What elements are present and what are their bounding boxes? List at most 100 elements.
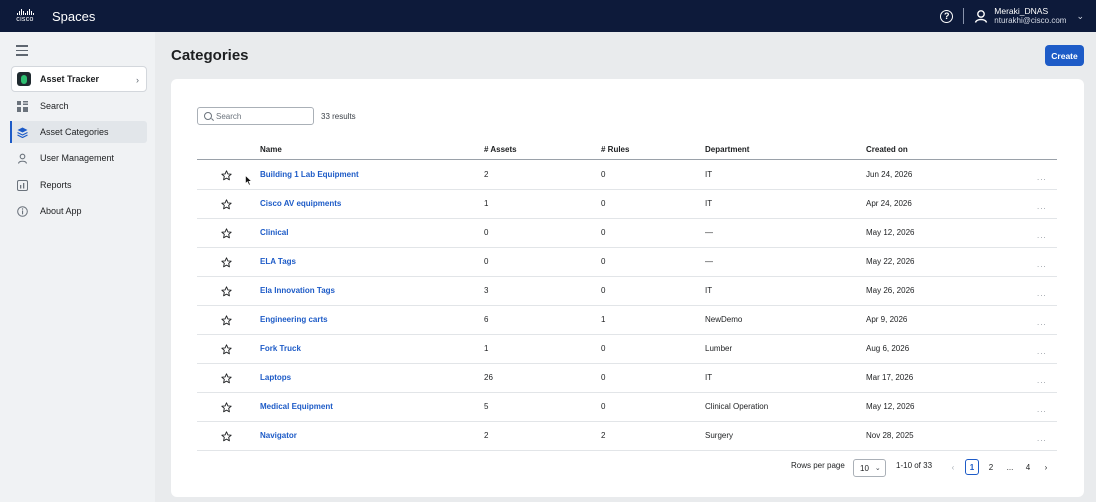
row-actions-menu[interactable]: ...: [1037, 173, 1047, 182]
table-row[interactable]: Fork Truck 1 0 Lumber Aug 6, 2026...: [197, 335, 1057, 364]
rules-count: 0: [601, 286, 606, 295]
search-icon: [204, 112, 212, 120]
chevron-right-icon: ›: [136, 75, 139, 85]
top-divider: [963, 8, 965, 24]
column-header-rules[interactable]: # Rules: [601, 145, 629, 154]
table-row[interactable]: Engineering carts 6 1 NewDemo Apr 9, 2026...: [197, 306, 1057, 335]
star-icon[interactable]: [221, 286, 232, 297]
star-icon[interactable]: [221, 257, 232, 268]
row-actions-menu[interactable]: ...: [1037, 405, 1047, 414]
category-name-link[interactable]: Engineering carts: [260, 315, 328, 324]
department: IT: [705, 286, 713, 295]
rules-count: 0: [601, 228, 606, 237]
star-icon[interactable]: [221, 228, 232, 239]
category-name-link[interactable]: Navigator: [260, 431, 297, 440]
row-actions-menu[interactable]: ...: [1037, 289, 1047, 298]
user-account[interactable]: Meraki_DNAS nturakhi@cisco.com: [994, 6, 1066, 26]
chevron-down-icon: ⌄: [874, 465, 881, 472]
table-row[interactable]: Building 1 Lab Equipment 2 0 IT Jun 24, 2026…: [197, 161, 1057, 190]
created-on: Apr 9, 2026: [866, 315, 908, 324]
row-actions-menu[interactable]: ...: [1037, 347, 1047, 356]
rules-count: 0: [601, 170, 606, 179]
row-actions-menu[interactable]: ...: [1037, 231, 1047, 240]
results-count: 33 results: [321, 112, 356, 121]
assets-count: 1: [484, 344, 489, 353]
user-icon[interactable]: [974, 9, 988, 23]
row-actions-menu[interactable]: ...: [1037, 434, 1047, 443]
help-icon[interactable]: ?: [940, 9, 954, 23]
category-name-link[interactable]: Laptops: [260, 373, 291, 382]
sidebar-item-search[interactable]: Search: [11, 95, 147, 117]
row-actions-menu[interactable]: ...: [1037, 202, 1047, 211]
column-header-name[interactable]: Name: [260, 145, 282, 154]
category-name-link[interactable]: Cisco AV equipments: [260, 199, 341, 208]
sidebar-item-label: Reports: [40, 180, 72, 190]
rules-count: 0: [601, 344, 606, 353]
table-row[interactable]: Medical Equipment 5 0 Clinical Operation May…: [197, 393, 1057, 422]
chevron-down-icon[interactable]: ⌄: [1076, 11, 1084, 22]
rows-per-page-value: 10: [860, 463, 869, 473]
row-actions-menu[interactable]: ...: [1037, 376, 1047, 385]
column-header-department[interactable]: Department: [705, 145, 749, 154]
star-icon[interactable]: [221, 402, 232, 413]
sidebar-item-asset-categories[interactable]: Asset Categories: [10, 121, 147, 143]
department: —: [705, 228, 713, 237]
star-icon[interactable]: [221, 170, 232, 181]
sidebar-item-reports[interactable]: Reports: [11, 174, 147, 196]
table-row[interactable]: Cisco AV equipments 1 0 IT Apr 24, 2026...: [197, 190, 1057, 219]
sidebar-item-user-management[interactable]: User Management: [11, 147, 147, 169]
page-title: Categories: [171, 47, 249, 64]
star-icon[interactable]: [221, 344, 232, 355]
page-button[interactable]: 2: [984, 459, 998, 475]
previous-page-icon[interactable]: ‹: [946, 459, 960, 475]
table-row[interactable]: Navigator 2 2 Surgery Nov 28, 2025...: [197, 422, 1057, 451]
table-row[interactable]: Laptops 26 0 IT Mar 17, 2026...: [197, 364, 1057, 393]
next-page-icon[interactable]: ›: [1039, 459, 1053, 475]
table-row[interactable]: Clinical 0 0 — May 12, 2026...: [197, 219, 1057, 248]
top-bar: cisco Spaces ? Meraki_DNAS nturakhi@cisc…: [0, 0, 1096, 32]
created-on: May 26, 2026: [866, 286, 915, 295]
rows-per-page-select[interactable]: 10 ⌄: [853, 459, 886, 477]
category-name-link[interactable]: Fork Truck: [260, 344, 301, 353]
star-icon[interactable]: [221, 431, 232, 442]
rules-count: 0: [601, 257, 606, 266]
assets-count: 0: [484, 228, 489, 237]
category-name-link[interactable]: ELA Tags: [260, 257, 296, 266]
department: Lumber: [705, 344, 733, 353]
sidebar-item-label: About App: [40, 206, 82, 216]
category-name-link[interactable]: Building 1 Lab Equipment: [260, 170, 359, 179]
search-input[interactable]: [216, 111, 311, 121]
category-name-link[interactable]: Clinical: [260, 228, 288, 237]
star-icon[interactable]: [221, 373, 232, 384]
app-switcher[interactable]: Asset Tracker ›: [11, 66, 147, 92]
row-actions-menu[interactable]: ...: [1037, 318, 1047, 327]
table-header: Name # Assets # Rules Department Created…: [197, 140, 1057, 160]
mouse-cursor-icon: [245, 175, 253, 186]
table-row[interactable]: Ela Innovation Tags 3 0 IT May 26, 2026...: [197, 277, 1057, 306]
row-actions-menu[interactable]: ...: [1037, 260, 1047, 269]
rules-count: 0: [601, 373, 606, 382]
chart-icon: [17, 179, 28, 191]
user-name: Meraki_DNAS: [994, 6, 1049, 16]
star-icon[interactable]: [221, 199, 232, 210]
column-header-assets[interactable]: # Assets: [484, 145, 517, 154]
create-button[interactable]: Create: [1045, 45, 1084, 66]
assets-count: 6: [484, 315, 489, 324]
category-name-link[interactable]: Medical Equipment: [260, 402, 333, 411]
created-on: May 22, 2026: [866, 257, 915, 266]
column-header-created-on[interactable]: Created on: [866, 145, 908, 154]
page-button[interactable]: 4: [1021, 459, 1035, 475]
categories-card: 33 results Name # Assets # Rules Departm…: [171, 79, 1084, 497]
menu-icon[interactable]: [16, 45, 28, 59]
sidebar-item-label: Asset Categories: [40, 127, 109, 137]
created-on: Mar 17, 2026: [866, 373, 914, 382]
sidebar-item-about-app[interactable]: About App: [11, 200, 147, 222]
sidebar: Asset Tracker › Search Asset Categories …: [0, 32, 155, 502]
table-row[interactable]: ELA Tags 0 0 — May 22, 2026...: [197, 248, 1057, 277]
page-button[interactable]: 1: [965, 459, 979, 475]
search-field[interactable]: [197, 107, 314, 125]
cisco-logo[interactable]: cisco: [12, 9, 38, 23]
star-icon[interactable]: [221, 315, 232, 326]
category-name-link[interactable]: Ela Innovation Tags: [260, 286, 335, 295]
info-icon: [17, 205, 28, 217]
